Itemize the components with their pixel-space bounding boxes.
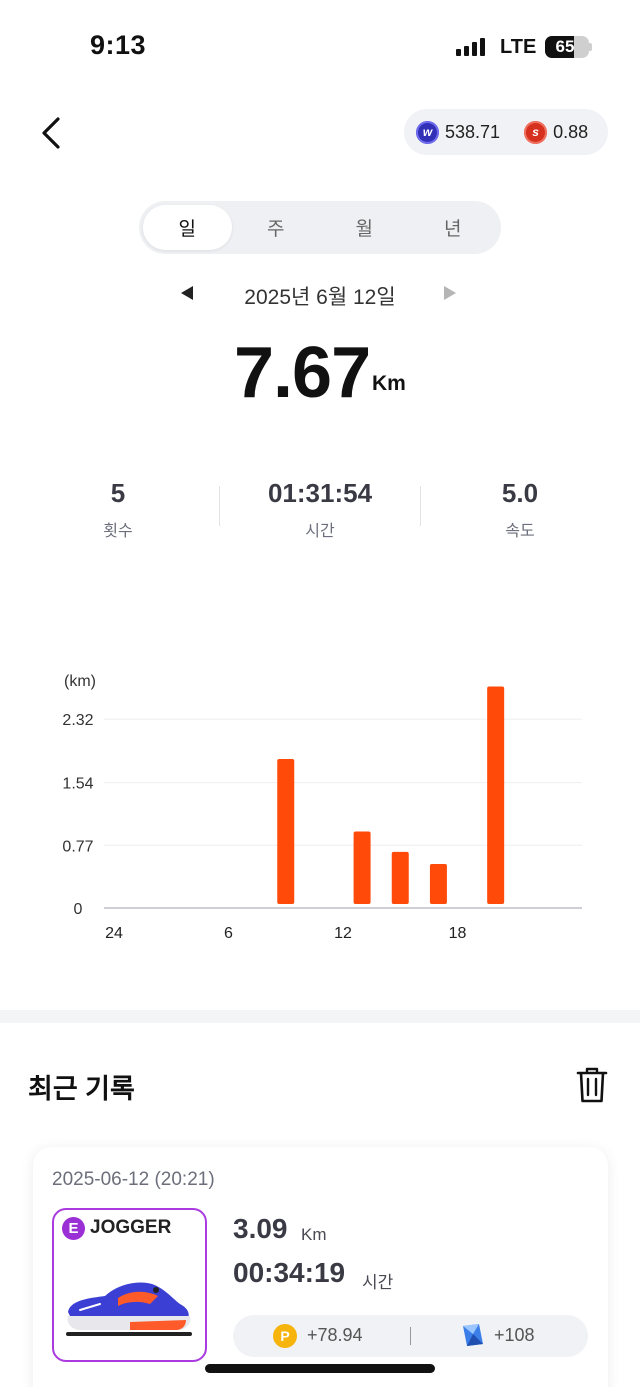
stat-speed: 5.0 속도: [420, 478, 620, 541]
chart-bar: [429, 864, 447, 904]
y-tick-label: 0: [74, 901, 83, 918]
status-time: 9:13: [90, 30, 147, 60]
grade-badge: E: [62, 1217, 85, 1240]
recent-title: 최근 기록: [28, 1074, 135, 1104]
record-datetime: 2025-06-12 (20:21): [52, 1169, 215, 1190]
section-separator: [0, 1010, 640, 1023]
x-tick-label: 6: [224, 925, 233, 942]
trash-icon[interactable]: [576, 1066, 608, 1104]
distance-unit: Km: [372, 372, 406, 395]
y-axis-label: (km): [64, 673, 96, 690]
sneaker-icon: [66, 1282, 192, 1336]
date-label: 2025년 6월 12일: [244, 286, 396, 309]
reward-divider: [410, 1327, 411, 1345]
signal-icon: [456, 38, 485, 56]
battery-level: 65: [555, 37, 575, 56]
shoe-name: JOGGER: [90, 1217, 172, 1238]
s-coin-icon: s: [524, 120, 548, 144]
battery-tip: [589, 43, 592, 51]
total-distance: 7.67: [234, 333, 371, 413]
home-indicator: [205, 1364, 435, 1373]
s-balance: 0.88: [553, 121, 589, 142]
y-tick-label: 2.32: [62, 712, 93, 729]
stat-duration-value: 01:31:54: [267, 478, 373, 508]
prev-date-icon[interactable]: [181, 286, 193, 300]
x-tick-label: 18: [449, 925, 467, 942]
tab-day[interactable]: 일: [143, 205, 232, 250]
stat-duration-label: 시간: [305, 523, 335, 540]
y-tick-label: 0.77: [62, 838, 93, 855]
stat-count-value: 5: [110, 478, 126, 508]
stat-speed-label: 속도: [505, 523, 535, 540]
tab-year[interactable]: 년: [409, 205, 498, 250]
network-label: LTE: [500, 36, 537, 58]
stat-count: 5 횟수: [18, 478, 218, 541]
record-distance-unit: Km: [301, 1225, 327, 1244]
stat-speed-value: 5.0: [501, 478, 539, 508]
point-coin-icon: P: [273, 1324, 297, 1348]
record-duration: 00:34:19: [233, 1257, 346, 1288]
chart-bar: [487, 686, 505, 904]
record-distance: 3.09: [233, 1213, 288, 1244]
w-coin-icon: w: [416, 120, 439, 144]
chart-bar: [391, 851, 409, 904]
chart-bar: [277, 758, 295, 904]
reward-gems: +108: [494, 1325, 535, 1345]
reward-points: +78.94: [307, 1325, 363, 1345]
stat-duration: 01:31:54 시간: [220, 478, 420, 541]
distance-bar-chart: (km) 0 0.77 1.54 2.32 24 6 12 18: [62, 673, 582, 942]
y-tick-label: 1.54: [62, 776, 93, 793]
record-duration-unit: 시간: [362, 1273, 394, 1292]
x-tick-label: 12: [334, 925, 352, 942]
balance-pill[interactable]: w 538.71 s 0.88: [404, 109, 608, 155]
back-arrow-icon[interactable]: [38, 116, 68, 150]
battery-icon: 65: [545, 36, 589, 58]
next-date-icon[interactable]: [444, 286, 456, 300]
x-tick-label: 24: [105, 925, 123, 942]
period-tabs: 일 주 월 년: [139, 201, 501, 254]
stat-count-label: 횟수: [103, 523, 133, 540]
tab-week[interactable]: 주: [232, 205, 321, 250]
w-balance: 538.71: [445, 121, 501, 142]
tab-month[interactable]: 월: [320, 205, 409, 250]
chart-bar: [353, 831, 371, 904]
gem-icon: [463, 1324, 483, 1346]
